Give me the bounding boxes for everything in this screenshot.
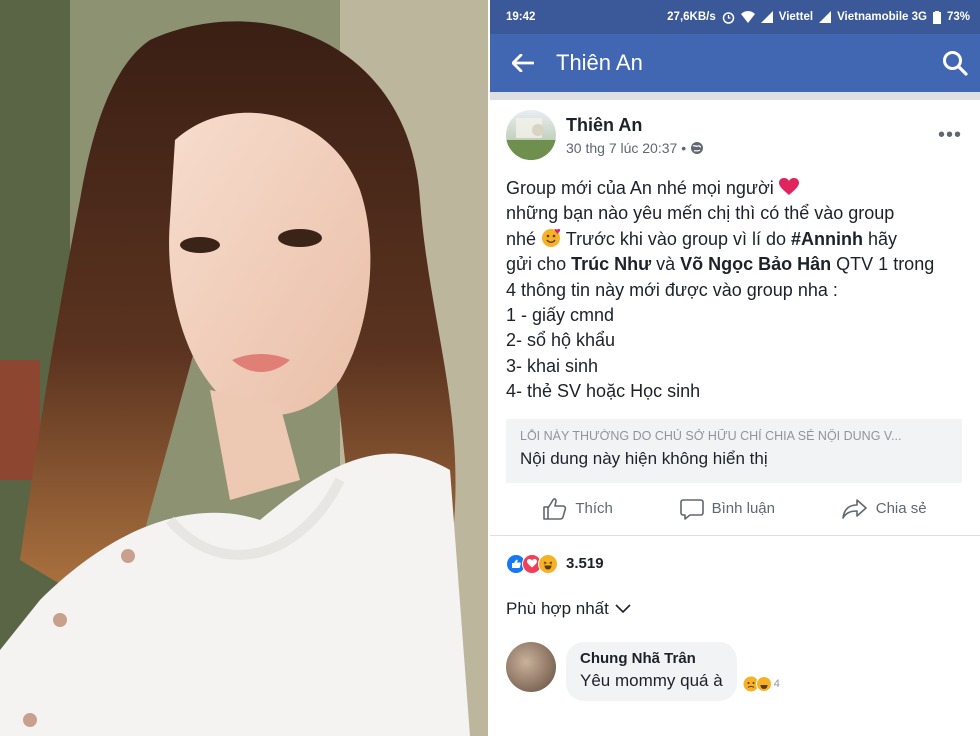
- post-text: Group mới của An nhé mọi người: [506, 178, 774, 198]
- reaction-count: 3.519: [566, 555, 604, 573]
- app-bar: Thiên An: [490, 34, 980, 92]
- post-text: QTV 1 trong: [831, 254, 935, 275]
- unavailable-content-box[interactable]: LỖI NÀY THƯỜNG DO CHỦ SỞ HỮU CHỈ CHIA SẺ…: [506, 418, 962, 483]
- reaction-summary[interactable]: 3.519: [506, 536, 962, 592]
- like-label: Thích: [575, 500, 613, 518]
- comment-item: Chung Nhã Trân Yêu mommy quá à 4: [506, 641, 962, 701]
- post-line: 2- sổ hộ khẩu: [506, 330, 616, 351]
- comment-bubble-icon: [679, 498, 704, 520]
- carrier-2: Vietnamobile 3G: [837, 11, 927, 23]
- sort-label: Phù hợp nhất: [506, 598, 609, 618]
- page-title: Thiên An: [556, 50, 643, 75]
- post-card: Thiên An 30 thg 7 lúc 20:37 • ••• Group …: [490, 100, 980, 701]
- status-bar: 19:42 27,6KB/s Viettel Vietnamobile 3G 7…: [490, 0, 980, 34]
- comment-label: Bình luận: [711, 500, 775, 518]
- chevron-down-icon: [615, 604, 631, 613]
- alarm-icon: [722, 11, 734, 24]
- comment-reactions[interactable]: 4: [743, 675, 780, 692]
- red-heart-icon: [778, 178, 799, 195]
- post-text: Trước khi vào group vì lí do: [561, 228, 792, 249]
- share-arrow-icon: [841, 498, 867, 519]
- carrier-1: Viettel: [778, 11, 814, 23]
- comment-button[interactable]: Bình luận: [679, 498, 775, 520]
- post-line: gửi cho Trúc Như và Võ Ngọc Bảo Hân QTV …: [506, 252, 962, 277]
- post-line: 3- khai sinh: [506, 355, 599, 376]
- post-line: 1 - giấy cmnd: [506, 305, 615, 326]
- post-line: Group mới của An nhé mọi người: [506, 176, 962, 201]
- avatar-image: [506, 118, 556, 160]
- network-speed: 27,6KB/s: [667, 11, 716, 23]
- comment-bubble[interactable]: Chung Nhã Trân Yêu mommy quá à: [566, 641, 737, 701]
- author-name[interactable]: Thiên An: [566, 115, 704, 136]
- post-text: hãy: [863, 228, 898, 249]
- post-line: nhé Trước khi vào group vì lí do #Anninh…: [506, 227, 962, 252]
- post-text: nhé: [506, 228, 537, 249]
- smiling-hearts-emoji-icon: [542, 228, 561, 247]
- signal-icon: [760, 11, 773, 23]
- share-button[interactable]: Chia sẻ: [841, 498, 927, 520]
- post-line: 4- thẻ SV hoặc Học sinh: [506, 381, 701, 402]
- facebook-mobile-screen: 19:42 27,6KB/s Viettel Vietnamobile 3G 7…: [490, 0, 980, 736]
- back-arrow-icon[interactable]: [512, 54, 534, 72]
- share-label: Chia sẻ: [875, 500, 927, 518]
- commenter-avatar[interactable]: [506, 641, 556, 692]
- post-actions: Thích Bình luận Chia sẻ: [490, 483, 980, 536]
- unavailable-message: Nội dung này hiện không hiển thị: [520, 448, 768, 468]
- wifi-icon: [740, 11, 755, 23]
- battery-level: 73%: [946, 11, 970, 23]
- section-divider: [490, 92, 980, 100]
- like-button[interactable]: Thích: [543, 497, 613, 520]
- globe-icon: [691, 141, 704, 154]
- comment-text: Yêu mommy quá à: [580, 670, 723, 690]
- search-icon[interactable]: [942, 50, 968, 76]
- battery-icon: [932, 10, 941, 24]
- haha-reaction-icon: [538, 553, 558, 574]
- post-body: Group mới của An nhé mọi người những bạn…: [506, 176, 962, 405]
- post-timestamp[interactable]: 30 thg 7 lúc 20:37 •: [566, 140, 686, 156]
- post-header: Thiên An 30 thg 7 lúc 20:37 • •••: [506, 100, 962, 170]
- comment-reaction-count: 4: [773, 677, 780, 690]
- post-line: 4 thông tin này mới được vào group nha :: [506, 279, 838, 300]
- thumbs-up-icon: [543, 497, 567, 520]
- mention-link[interactable]: Trúc Như: [571, 254, 651, 274]
- more-options-icon[interactable]: •••: [938, 124, 962, 147]
- signal-icon-2: [819, 11, 832, 23]
- portrait-illustration: [0, 0, 488, 736]
- post-text: và: [651, 254, 681, 275]
- portrait-photo: [0, 0, 488, 736]
- mention-link[interactable]: Võ Ngọc Bảo Hân: [680, 254, 831, 274]
- post-line: những bạn nào yêu mến chị thì có thể vào…: [506, 203, 895, 224]
- unavailable-reason: LỖI NÀY THƯỜNG DO CHỦ SỞ HỮU CHỈ CHIA SẺ…: [520, 428, 902, 443]
- comment-sort-dropdown[interactable]: Phù hợp nhất: [506, 592, 962, 626]
- haha-reaction-icon-small: [755, 675, 772, 692]
- commenter-name[interactable]: Chung Nhã Trân: [580, 650, 723, 667]
- status-time: 19:42: [506, 11, 536, 23]
- post-text: gửi cho: [506, 254, 572, 275]
- author-avatar[interactable]: [506, 110, 556, 160]
- hashtag-link[interactable]: #Anninh: [791, 229, 863, 249]
